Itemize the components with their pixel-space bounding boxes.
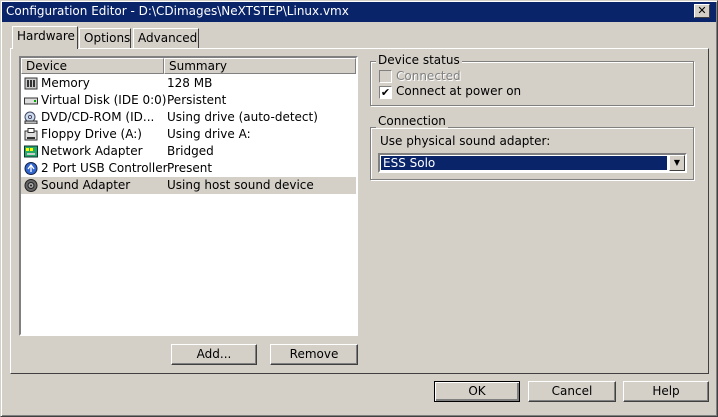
column-header-summary[interactable]: Summary xyxy=(164,58,356,74)
remove-button[interactable]: Remove xyxy=(270,344,358,365)
list-item-floppy[interactable]: Floppy Drive (A:) Using drive A: xyxy=(21,126,356,143)
sound-adapter-value: ESS Solo xyxy=(380,155,668,171)
device-name: Virtual Disk (IDE 0:0) xyxy=(41,93,167,107)
cancel-button[interactable]: Cancel xyxy=(528,381,616,402)
tab-options[interactable]: Options xyxy=(79,28,131,48)
device-name: Memory xyxy=(41,76,90,90)
device-summary: Persistent xyxy=(167,93,227,107)
ok-button[interactable]: OK xyxy=(434,381,520,402)
list-item-dvd-cdrom[interactable]: DVD/CD-ROM (ID... Using drive (auto-dete… xyxy=(21,109,356,126)
device-status-legend: Device status xyxy=(376,53,462,67)
floppy-icon xyxy=(24,128,38,141)
cdrom-icon xyxy=(24,111,38,124)
window-title: Configuration Editor - D:\CDimages\NeXTS… xyxy=(6,4,349,18)
network-icon xyxy=(24,145,38,158)
sound-adapter-label: Use physical sound adapter: xyxy=(380,134,551,148)
close-button[interactable]: ✕ xyxy=(694,4,710,18)
device-name: Network Adapter xyxy=(41,144,143,158)
device-name: DVD/CD-ROM (ID... xyxy=(41,110,155,124)
connected-checkbox[interactable] xyxy=(379,70,392,83)
chevron-down-icon[interactable]: ▼ xyxy=(669,155,685,171)
device-summary: Using drive (auto-detect) xyxy=(167,110,318,124)
device-summary: 128 MB xyxy=(167,76,213,90)
device-summary: Present xyxy=(167,161,213,175)
device-name: 2 Port USB Controller xyxy=(41,161,168,175)
ok-button-label: OK xyxy=(468,384,486,398)
device-name: Sound Adapter xyxy=(41,178,131,192)
sound-adapter-select[interactable]: ESS Solo ▼ xyxy=(378,153,687,173)
help-button-label: Help xyxy=(652,384,680,398)
remove-button-label: Remove xyxy=(289,347,339,361)
device-name: Floppy Drive (A:) xyxy=(41,127,142,141)
device-summary: Using drive A: xyxy=(167,127,251,141)
list-item-sound-adapter[interactable]: Sound Adapter Using host sound device xyxy=(21,177,356,194)
connect-power-on-label: Connect at power on xyxy=(396,84,522,98)
title-bar[interactable]: Configuration Editor - D:\CDimages\NeXTS… xyxy=(2,2,716,22)
connected-label: Connected xyxy=(396,69,461,83)
hard-disk-icon xyxy=(24,97,38,105)
list-item-network-adapter[interactable]: Network Adapter Bridged xyxy=(21,143,356,160)
usb-icon xyxy=(24,162,38,175)
device-summary: Bridged xyxy=(167,144,214,158)
tab-advanced[interactable]: Advanced xyxy=(133,28,199,48)
cancel-button-label: Cancel xyxy=(551,384,593,398)
memory-icon xyxy=(24,77,38,90)
add-button-label: Add... xyxy=(196,347,232,361)
help-button[interactable]: Help xyxy=(623,381,709,402)
list-item-usb-controller[interactable]: 2 Port USB Controller Present xyxy=(21,160,356,177)
list-item-virtual-disk[interactable]: Virtual Disk (IDE 0:0) Persistent xyxy=(21,92,356,109)
connect-power-on-checkbox[interactable]: ✔ xyxy=(379,86,392,99)
device-summary: Using host sound device xyxy=(167,178,314,192)
device-list[interactable]: Device Summary Memory 128 MB Virtual Dis… xyxy=(19,56,358,336)
sound-icon xyxy=(24,179,38,192)
connection-legend: Connection xyxy=(376,114,448,128)
tab-hardware[interactable]: Hardware xyxy=(12,26,78,49)
column-header-device[interactable]: Device xyxy=(21,58,164,74)
list-item-memory[interactable]: Memory 128 MB xyxy=(21,75,356,92)
add-button[interactable]: Add... xyxy=(171,344,257,365)
